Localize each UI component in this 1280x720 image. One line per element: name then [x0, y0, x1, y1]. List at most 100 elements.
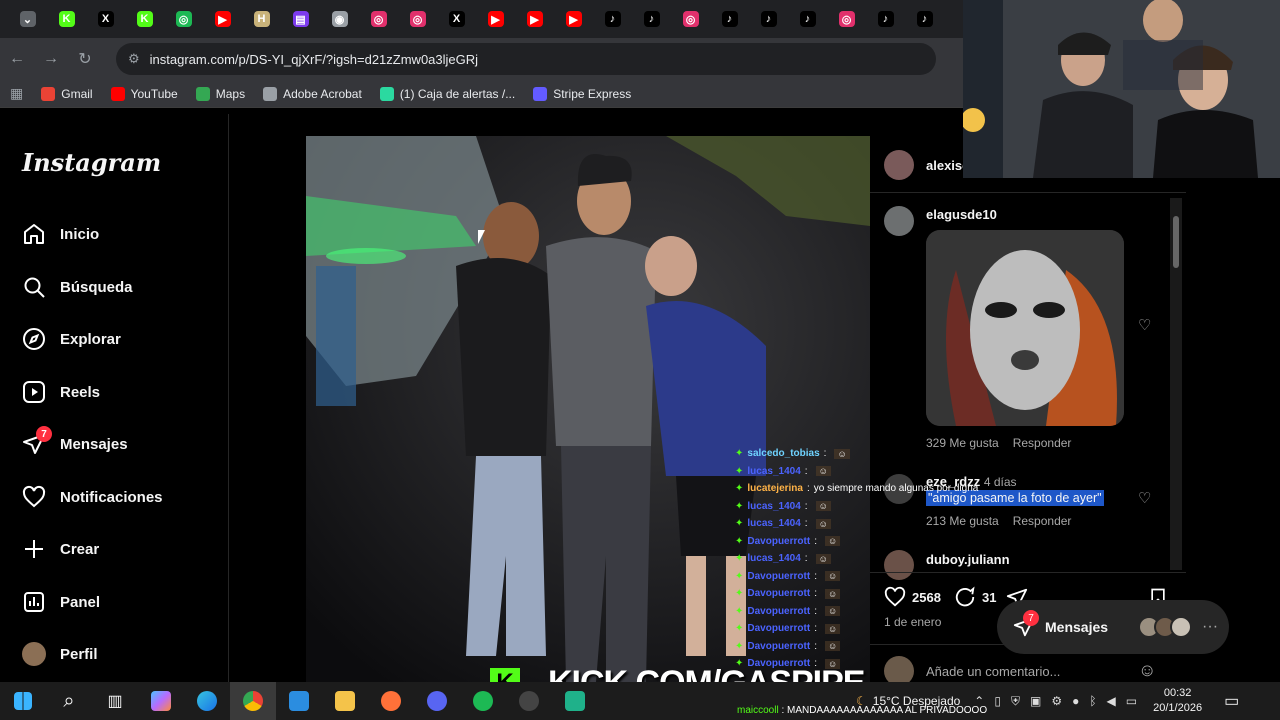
browser-tab[interactable]: ▤ — [281, 4, 320, 34]
notifications-icon[interactable]: ▭ — [1224, 691, 1239, 711]
comment-sticker-image — [926, 230, 1124, 426]
address-bar[interactable]: ⚙ instagram.com/p/DS-YI_qjXrF/?igsh=d21z… — [116, 43, 936, 75]
bookmark-favicon-icon — [195, 86, 210, 101]
app-icon[interactable] — [552, 682, 598, 720]
file-explorer-icon[interactable] — [322, 682, 368, 720]
bluetooth-icon[interactable]: ᛒ — [1089, 694, 1096, 709]
firefox-icon[interactable] — [368, 682, 414, 720]
nav-busqueda-label: Búsqueda — [60, 278, 133, 296]
author-avatar[interactable] — [884, 150, 914, 180]
comment-user[interactable]: elagusde10 — [926, 207, 997, 222]
discord-icon[interactable] — [414, 682, 460, 720]
nav-perfil-label: Perfil — [60, 645, 98, 663]
messages-badge: 7 — [36, 426, 52, 442]
browser-tab[interactable]: ♪ — [866, 4, 905, 34]
volume-icon[interactable]: ◀ — [1107, 694, 1116, 709]
nav-perfil[interactable]: Perfil — [22, 642, 98, 666]
home-icon — [24, 224, 44, 244]
nav-reels[interactable]: Reels — [22, 380, 100, 404]
shield-icon[interactable]: ⛨ — [1011, 694, 1020, 709]
browser-tab[interactable]: ♪ — [749, 4, 788, 34]
chrome-icon[interactable] — [230, 682, 276, 720]
nav-mensajes[interactable]: 7 Mensajes — [22, 426, 128, 456]
nav-explorar[interactable]: Explorar — [22, 327, 121, 351]
browser-tab[interactable]: ♪ — [905, 4, 944, 34]
reload-icon[interactable]: ↻ — [68, 49, 102, 69]
chat-user: Davopuerrott — [747, 535, 811, 547]
nav-inicio[interactable]: Inicio — [22, 222, 99, 246]
browser-tab[interactable]: ◉ — [320, 4, 359, 34]
bookmark-item[interactable]: YouTube — [110, 86, 178, 101]
search-icon[interactable]: ⌕ — [46, 682, 92, 720]
bookmark-item[interactable]: Adobe Acrobat — [263, 86, 362, 101]
usb-icon[interactable]: ▯ — [994, 694, 1001, 709]
chat-line: ✦ lucatejerina: yo siempre mando algunas p… — [735, 483, 979, 495]
system-tray: ⌃ ▯ ⛨ ▣ ⚙ ● ᛒ ◀ ▭ — [974, 694, 1137, 709]
start-icon[interactable] — [0, 682, 46, 720]
emoji-icon[interactable]: ☺ — [1138, 660, 1156, 681]
chat-emote-icon: ☺ — [815, 466, 831, 477]
browser-tab[interactable]: ▶ — [203, 4, 242, 34]
bookmark-item[interactable]: (1) Caja de alertas /... — [379, 86, 515, 101]
browser-tab[interactable]: ⌄ — [8, 4, 47, 34]
browser-tab[interactable]: ◎ — [671, 4, 710, 34]
nav-crear[interactable]: Crear — [22, 537, 99, 561]
instagram-icon: ◎ — [409, 11, 426, 27]
obs-icon[interactable] — [506, 682, 552, 720]
browser-tab[interactable]: X — [437, 4, 476, 34]
bookmark-item[interactable]: Maps — [195, 86, 245, 101]
bookmark-item[interactable]: Stripe Express — [533, 86, 631, 101]
back-icon[interactable]: ← — [0, 50, 34, 68]
bookmark-label: YouTube — [130, 86, 178, 101]
stream-chat-bottom-line: maiccooll : MANDAAAAAAAAAAAAA AL PRIVADO… — [737, 705, 988, 716]
copilot-icon[interactable] — [138, 682, 184, 720]
forward-icon[interactable]: → — [34, 50, 68, 68]
store-icon[interactable] — [276, 682, 322, 720]
nav-busqueda[interactable]: Búsqueda — [22, 275, 133, 299]
browser-tab[interactable]: ◎ — [359, 4, 398, 34]
site-settings-icon[interactable]: ⚙ — [128, 51, 140, 67]
bookmark-item[interactable]: Gmail — [41, 86, 93, 101]
browser-tab[interactable]: ♪ — [593, 4, 632, 34]
browser-tab[interactable]: ♪ — [710, 4, 749, 34]
browser-tab[interactable]: ▶ — [554, 4, 593, 34]
chat-icon: ▤ — [292, 11, 309, 27]
youtube-icon: ▶ — [565, 11, 582, 27]
network-icon[interactable]: ▭ — [1126, 694, 1137, 709]
spotify-icon[interactable] — [460, 682, 506, 720]
task-view-icon[interactable]: ▥ — [92, 682, 138, 720]
browser-tab[interactable]: ▶ — [476, 4, 515, 34]
chat-line: ✦ Davopuerrott: ☺ — [735, 568, 1065, 586]
nav-notificaciones[interactable]: Notificaciones — [22, 485, 163, 509]
browser-tab[interactable]: ♪ — [788, 4, 827, 34]
browser-tab[interactable]: ◎ — [398, 4, 437, 34]
browser-tab[interactable]: ◎ — [164, 4, 203, 34]
browser-tab[interactable]: K — [125, 4, 164, 34]
browser-tab[interactable]: ◎ — [827, 4, 866, 34]
comments-scrollbar[interactable] — [1170, 198, 1182, 570]
instagram-logo[interactable]: Instagram — [22, 148, 161, 177]
apps-icon[interactable]: ▦ — [10, 85, 23, 102]
settings-icon[interactable]: ⚙ — [1051, 694, 1062, 709]
nav-panel[interactable]: Panel — [22, 590, 100, 614]
like-comment-icon[interactable]: ♡ — [1138, 316, 1151, 334]
mic-icon[interactable]: ● — [1072, 694, 1079, 709]
browser-tab[interactable]: K — [47, 4, 86, 34]
edge-icon[interactable] — [184, 682, 230, 720]
clock[interactable]: 00:32 20/1/2026 — [1153, 686, 1202, 716]
browser-tab[interactable]: ▶ — [515, 4, 554, 34]
chat-user: Davopuerrott — [747, 588, 811, 600]
more-icon[interactable]: ··· — [1202, 618, 1218, 636]
comment-avatar[interactable] — [884, 206, 914, 236]
instagram-icon: ◎ — [682, 11, 699, 27]
display-icon[interactable]: ▣ — [1030, 694, 1041, 709]
browser-tab[interactable]: ♪ — [632, 4, 671, 34]
browser-tab[interactable]: H — [242, 4, 281, 34]
like-comment-icon[interactable]: ♡ — [1138, 489, 1151, 507]
chat-emote-icon: ☺ — [824, 571, 841, 582]
youtube-icon: ▶ — [487, 11, 504, 27]
chat-badge-icon: ✦ — [735, 448, 744, 460]
browser-tab[interactable]: X — [86, 4, 125, 34]
profile-avatar — [22, 642, 46, 666]
tiktok-icon: ♪ — [760, 11, 777, 27]
